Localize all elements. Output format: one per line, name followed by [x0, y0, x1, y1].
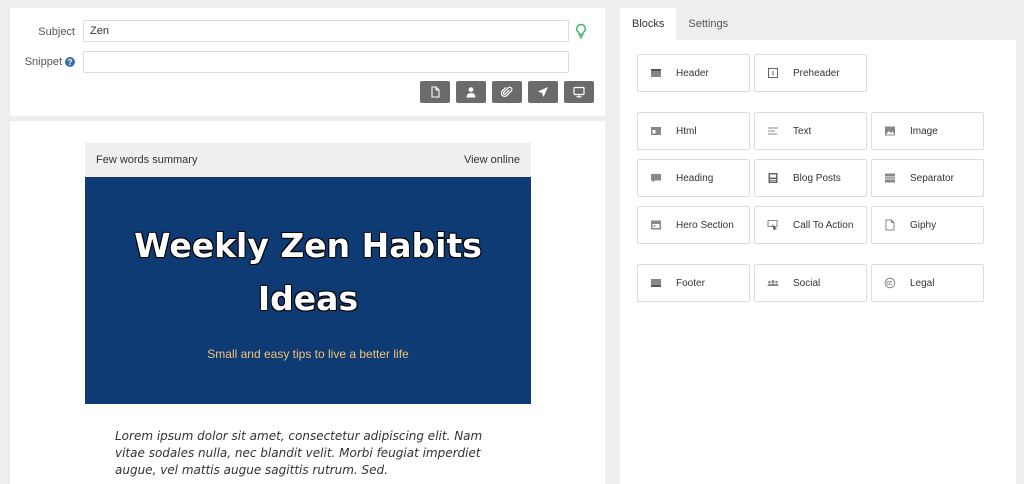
block-preheader[interactable]: Preheader — [754, 54, 867, 92]
block-label: Header — [676, 67, 709, 79]
block-label: Text — [793, 125, 812, 137]
subject-input[interactable] — [83, 20, 569, 42]
send-icon — [538, 87, 548, 97]
block-header[interactable]: Header — [637, 54, 750, 92]
html-icon — [650, 125, 662, 137]
email-preview: Few words summary View online Weekly Zen… — [85, 143, 531, 479]
email-canvas[interactable]: Few words summary View online Weekly Zen… — [10, 121, 605, 484]
block-blog-posts[interactable]: Blog Posts — [754, 159, 867, 197]
document-icon — [431, 86, 440, 98]
block-label: Blog Posts — [793, 172, 841, 184]
legal-icon — [884, 277, 896, 289]
subject-label: Subject — [38, 26, 75, 38]
preheader-block[interactable]: Few words summary View online — [85, 143, 531, 177]
snippet-label: Snippet ? — [25, 56, 75, 68]
block-label: Giphy — [910, 219, 937, 231]
block-label: Heading — [676, 172, 714, 184]
send-button[interactable] — [528, 81, 558, 103]
block-label: Separator — [910, 172, 954, 184]
text-block[interactable]: Lorem ipsum dolor sit amet, consectetur … — [85, 404, 531, 479]
attachment-icon — [501, 86, 513, 97]
block-call-to-action[interactable]: Call To Action — [754, 206, 867, 244]
hero-subtitle: Small and easy tips to live a better lif… — [207, 347, 409, 361]
hero-title-line-2: Ideas — [257, 279, 359, 318]
block-label: Social — [793, 277, 821, 289]
separator-icon — [884, 172, 896, 184]
preview-button[interactable] — [564, 81, 594, 103]
editor-toolbar — [420, 81, 594, 103]
block-separator[interactable]: Separator — [871, 159, 984, 197]
block-footer[interactable]: Footer — [637, 264, 750, 302]
block-hero-section[interactable]: Hero Section — [637, 206, 750, 244]
hero-title: Weekly Zen Habits Ideas — [85, 219, 531, 325]
giphy-icon — [884, 219, 896, 231]
block-heading[interactable]: Heading — [637, 159, 750, 197]
block-label: Hero Section — [676, 219, 734, 231]
sidebar-tabs: Blocks Settings — [620, 8, 740, 40]
attachment-button[interactable] — [492, 81, 522, 103]
block-label: Image — [910, 125, 938, 137]
blog-posts-icon — [767, 172, 779, 184]
footer-icon — [650, 277, 662, 289]
document-button[interactable] — [420, 81, 450, 103]
lightbulb-icon[interactable] — [574, 23, 588, 39]
image-icon — [884, 125, 896, 137]
help-icon[interactable]: ? — [65, 57, 75, 67]
block-text[interactable]: Text — [754, 112, 867, 150]
social-icon — [767, 277, 779, 289]
block-label: Footer — [676, 277, 705, 289]
user-button[interactable] — [456, 81, 486, 103]
tab-settings[interactable]: Settings — [676, 8, 740, 40]
block-legal[interactable]: Legal — [871, 264, 984, 302]
view-online-link[interactable]: View online — [464, 154, 520, 166]
email-settings-panel: Subject Snippet ? — [10, 8, 605, 116]
monitor-icon — [573, 86, 585, 98]
block-label: Call To Action — [793, 219, 854, 231]
heading-icon — [650, 172, 662, 184]
hero-block[interactable]: Weekly Zen Habits Ideas Small and easy t… — [85, 177, 531, 404]
call-to-action-icon — [767, 219, 779, 231]
hero-section-icon — [650, 219, 662, 231]
tab-blocks[interactable]: Blocks — [620, 8, 677, 40]
snippet-label-text: Snippet — [24, 56, 62, 68]
preheader-icon — [767, 67, 779, 79]
block-label: Legal — [910, 277, 935, 289]
hero-title-line-1: Weekly Zen Habits — [134, 226, 482, 265]
preheader-summary: Few words summary — [96, 154, 198, 166]
header-icon — [650, 67, 662, 79]
blocks-panel: Header Preheader Html Text Image Heading… — [620, 40, 1016, 484]
text-icon — [767, 125, 779, 137]
block-giphy[interactable]: Giphy — [871, 206, 984, 244]
block-image[interactable]: Image — [871, 112, 984, 150]
block-label: Preheader — [793, 67, 840, 79]
user-icon — [466, 87, 476, 98]
snippet-input[interactable] — [83, 51, 569, 73]
block-label: Html — [676, 125, 697, 137]
block-social[interactable]: Social — [754, 264, 867, 302]
block-html[interactable]: Html — [637, 112, 750, 150]
